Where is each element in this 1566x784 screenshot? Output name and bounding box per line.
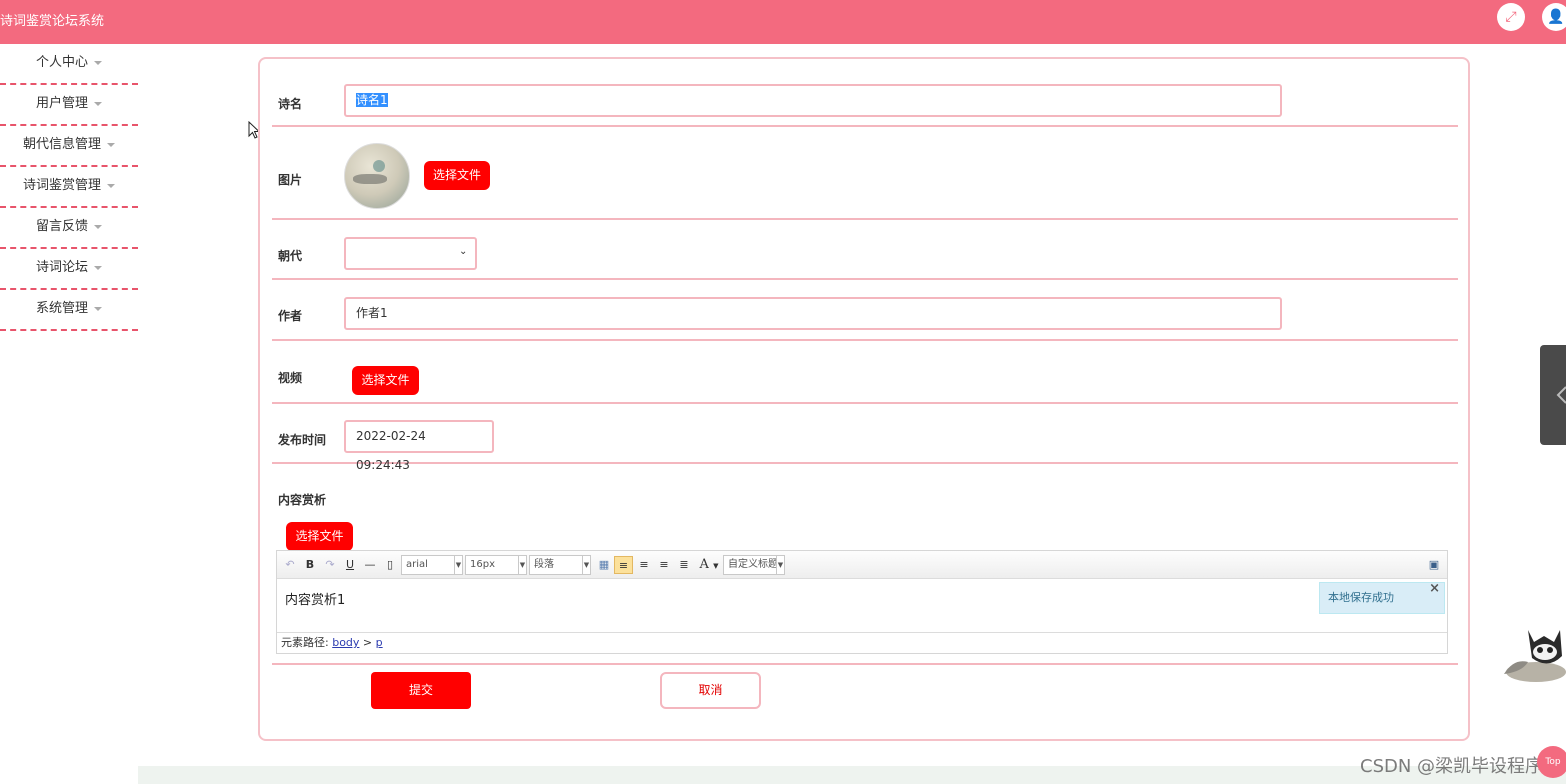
sidebar-item-label: 用户管理 [35, 96, 88, 111]
chevron-down-icon: ⌄ [459, 246, 468, 257]
font-family-select[interactable]: arial ▼ [401, 555, 463, 575]
sidebar-item-label: 个人中心 [35, 55, 88, 70]
dropdown-arrow-icon: ▼ [518, 556, 526, 574]
caret-down-icon [107, 142, 115, 147]
dropdown-arrow-icon: ▼ [454, 556, 462, 574]
caret-down-icon [94, 265, 102, 270]
author-label: 作者 [278, 309, 303, 323]
sidebar-item-label: 朝代信息管理 [22, 137, 101, 152]
element-path-label: 元素路径: [281, 636, 329, 649]
submit-button[interactable]: 提交 [371, 672, 471, 709]
bold-button[interactable]: B [303, 556, 317, 574]
path-p-link[interactable]: p [376, 636, 383, 649]
author-input[interactable]: 作者1 [344, 297, 1282, 330]
video-label: 视频 [278, 371, 303, 385]
expand-icon[interactable]: ⤢ [1497, 3, 1525, 31]
footer-strip [138, 766, 1566, 784]
font-color-button[interactable]: A ▼ [697, 556, 721, 574]
editor-toolbar: ↶ B ↷ U — ▯ arial ▼ 16px ▼ 段落 ▼ ▦ ≡ ≡ ≡ ≣ A… [277, 551, 1447, 579]
redo-icon[interactable]: ↷ [323, 556, 337, 574]
custom-title-select[interactable]: 自定义标题 ▼ [723, 555, 785, 575]
sidebar-item-label: 系统管理 [35, 301, 88, 316]
caret-down-icon [94, 101, 102, 106]
caret-down-icon [94, 224, 102, 229]
dropdown-arrow-icon: ▼ [713, 562, 719, 570]
video-choose-file-button[interactable]: 选择文件 [352, 366, 419, 395]
sidebar-item-dynasty-management[interactable]: 朝代信息管理 [0, 126, 138, 167]
close-icon[interactable]: × [1429, 574, 1440, 604]
sidebar-item-poem-forum[interactable]: 诗词论坛 [0, 249, 138, 290]
align-center-icon[interactable]: ≡ [657, 556, 671, 574]
path-separator: > [359, 636, 376, 649]
caret-down-icon [94, 306, 102, 311]
image-row: 图片 选择文件 [272, 127, 1458, 220]
app-title: 诗词鉴赏论坛系统 [0, 14, 105, 29]
sidebar-item-feedback[interactable]: 留言反馈 [0, 208, 138, 249]
preview-icon[interactable]: ▣ [1427, 556, 1441, 574]
author-value: 作者1 [356, 306, 388, 320]
image-choose-file-button[interactable]: 选择文件 [424, 161, 490, 190]
dynasty-row: 朝代 ⌄ [272, 220, 1458, 280]
poem-image-thumbnail [344, 143, 410, 209]
sidebar-item-label: 诗词鉴赏管理 [22, 178, 101, 193]
document-icon[interactable]: ▯ [383, 556, 397, 574]
font-size-select[interactable]: 16px ▼ [465, 555, 527, 575]
table-icon[interactable]: ▦ [597, 556, 611, 574]
back-to-top-button[interactable]: Top [1537, 746, 1566, 778]
caret-down-icon [107, 183, 115, 188]
font-color-label: A [699, 557, 709, 572]
font-family-value: arial [406, 559, 428, 570]
publish-time-label: 发布时间 [278, 433, 327, 447]
chevron-left-icon [1556, 386, 1566, 404]
sidebar-item-label: 留言反馈 [35, 219, 88, 234]
publish-time-input[interactable]: 2022-02-24 09:24:43 [344, 420, 494, 472]
sidebar-item-system-management[interactable]: 系统管理 [0, 290, 138, 331]
sidebar-item-personal-center[interactable]: 个人中心 [0, 44, 138, 85]
dropdown-arrow-icon: ▼ [582, 556, 590, 574]
watermark-text: CSDN @梁凯毕设程序 [1360, 756, 1544, 777]
paragraph-select[interactable]: 段落 ▼ [529, 555, 591, 575]
poem-name-input[interactable]: 诗名1 [344, 84, 1282, 117]
element-path-bar: 元素路径: body > p [277, 632, 1447, 653]
poem-name-label: 诗名 [278, 97, 303, 111]
image-label: 图片 [278, 173, 303, 187]
local-save-toast: 本地保存成功 × [1319, 581, 1445, 614]
poem-name-row: 诗名 诗名1 [272, 59, 1458, 127]
sidebar-item-user-management[interactable]: 用户管理 [0, 85, 138, 126]
author-row: 作者 作者1 [272, 280, 1458, 341]
undo-icon[interactable]: ↶ [283, 556, 297, 574]
dynasty-label: 朝代 [278, 249, 303, 263]
underline-button[interactable]: U [343, 556, 357, 574]
video-row: 视频 选择文件 [272, 341, 1458, 404]
align-left-icon[interactable]: ≡ [614, 556, 633, 574]
sidebar-item-poem-appreciation[interactable]: 诗词鉴赏管理 [0, 167, 138, 208]
content-choose-file-button[interactable]: 选择文件 [286, 522, 353, 551]
sidebar-item-label: 诗词论坛 [35, 260, 88, 275]
toast-message: 本地保存成功 [1328, 591, 1394, 604]
path-body-link[interactable]: body [332, 636, 359, 649]
publish-time-row: 发布时间 2022-02-24 09:24:43 [272, 404, 1458, 472]
cat-mascot-icon [1504, 630, 1566, 682]
dynasty-select[interactable]: ⌄ [344, 237, 477, 270]
custom-title-value: 自定义标题 [728, 559, 778, 570]
sidebar: 个人中心 用户管理 朝代信息管理 诗词鉴赏管理 留言反馈 诗词论坛 系统管理 [0, 44, 138, 331]
font-size-value: 16px [470, 559, 495, 570]
poem-name-value: 诗名1 [356, 93, 388, 107]
align-justify-icon[interactable]: ≣ [677, 556, 691, 574]
paragraph-value: 段落 [534, 559, 554, 570]
cancel-button[interactable]: 取消 [660, 672, 761, 709]
rich-text-editor: ↶ B ↷ U — ▯ arial ▼ 16px ▼ 段落 ▼ ▦ ≡ ≡ ≡ ≣ A… [276, 550, 1448, 654]
horizontal-rule-icon[interactable]: — [363, 556, 377, 574]
side-drawer-handle[interactable] [1540, 345, 1566, 445]
caret-down-icon [94, 60, 102, 65]
top-bar: 诗词鉴赏论坛系统 ⤢ 👤 [0, 0, 1566, 44]
editor-body-text[interactable]: 内容赏析1 [285, 589, 345, 608]
content-label: 内容赏析 [278, 493, 327, 507]
align-right-icon[interactable]: ≡ [637, 556, 651, 574]
dropdown-arrow-icon: ▼ [776, 556, 784, 574]
user-icon[interactable]: 👤 [1542, 3, 1566, 31]
